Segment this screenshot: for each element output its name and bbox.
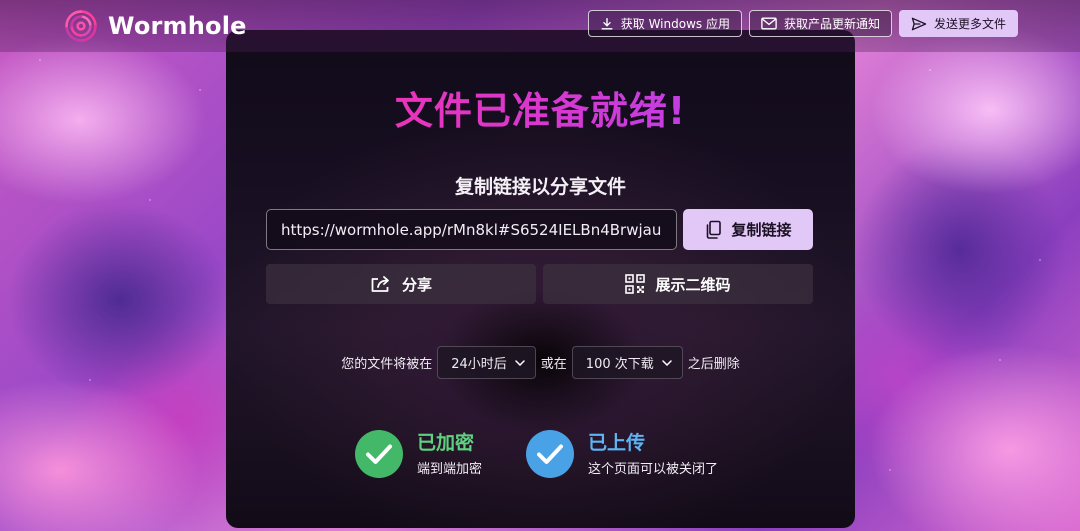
page-title: 文件已准备就绪! — [226, 80, 855, 135]
header-actions: 获取 Windows 应用 获取产品更新通知 发送更多文件 — [587, 10, 1018, 37]
chevron-down-icon — [662, 359, 672, 366]
expiry-settings: 您的文件将被在 24小时后 或在 100 次下载 之后删除 — [226, 346, 855, 379]
share-button[interactable]: 分享 — [266, 264, 536, 304]
show-qr-code-button[interactable]: 展示二维码 — [543, 264, 813, 304]
show-qr-code-label: 展示二维码 — [655, 275, 731, 294]
download-icon — [601, 17, 613, 30]
copy-icon — [707, 220, 722, 239]
download-limit-select[interactable]: 100 次下载 — [571, 346, 683, 379]
check-icon — [366, 444, 392, 464]
brand-logo[interactable]: Wormhole — [64, 9, 247, 43]
check-icon — [537, 444, 563, 464]
share-icon — [371, 276, 389, 292]
encrypted-status: 已加密 端到端加密 — [355, 430, 482, 478]
encrypted-description: 端到端加密 — [417, 461, 483, 477]
file-ready-card: 文件已准备就绪! 复制链接以分享文件 复制链接 分享 — [226, 30, 855, 528]
copy-link-button[interactable]: 复制链接 — [683, 209, 813, 250]
qr-code-icon — [625, 274, 646, 294]
share-link-input[interactable] — [266, 209, 677, 250]
encrypted-check-badge — [355, 430, 403, 478]
expiry-prefix: 您的文件将被在 — [341, 357, 433, 372]
get-windows-app-label: 获取 Windows 应用 — [620, 17, 730, 31]
top-bar: Wormhole 获取 Windows 应用 获取产品更新通知 发送更多文件 — [0, 0, 1080, 52]
uploaded-title: 已上传 — [588, 431, 646, 454]
get-windows-app-button[interactable]: 获取 Windows 应用 — [587, 10, 742, 37]
chevron-down-icon — [515, 359, 525, 366]
brand-name: Wormhole — [108, 12, 247, 40]
encrypted-title: 已加密 — [417, 431, 475, 454]
share-subtitle: 复制链接以分享文件 — [454, 176, 626, 198]
mail-icon — [761, 17, 777, 30]
expiry-time-value: 24小时后 — [451, 357, 507, 372]
send-icon — [911, 17, 927, 30]
copy-link-label: 复制链接 — [731, 221, 792, 239]
get-updates-button[interactable]: 获取产品更新通知 — [748, 10, 892, 37]
get-updates-label: 获取产品更新通知 — [783, 17, 880, 31]
expiry-time-select[interactable]: 24小时后 — [437, 346, 536, 379]
expiry-middle: 或在 — [540, 357, 567, 372]
uploaded-status: 已上传 这个页面可以被关闭了 — [526, 430, 718, 478]
uploaded-description: 这个页面可以被关闭了 — [588, 461, 719, 477]
uploaded-check-badge — [526, 430, 574, 478]
send-more-files-label: 发送更多文件 — [933, 17, 1006, 31]
wormhole-spiral-icon — [65, 10, 97, 42]
share-label: 分享 — [401, 275, 432, 294]
expiry-suffix: 之后删除 — [687, 357, 740, 372]
download-limit-value: 100 次下载 — [585, 357, 654, 372]
send-more-files-button[interactable]: 发送更多文件 — [898, 10, 1018, 37]
